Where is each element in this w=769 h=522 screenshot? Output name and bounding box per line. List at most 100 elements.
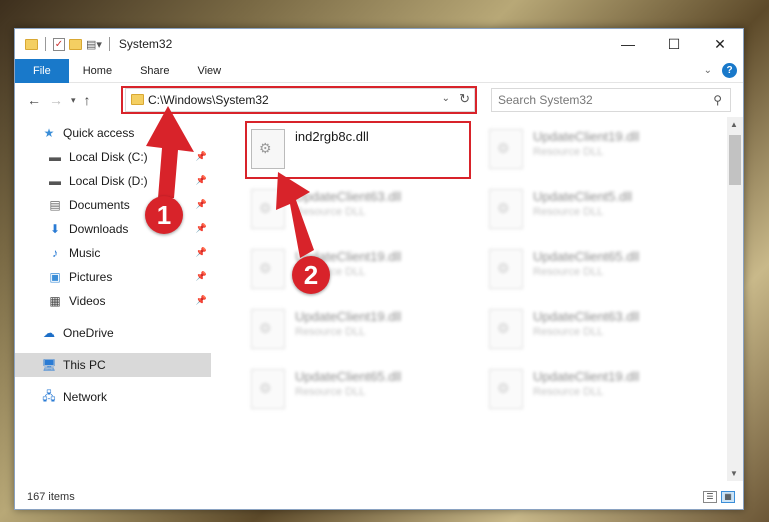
file-name: UpdateClient63.dll	[533, 309, 640, 324]
dll-file-icon	[489, 189, 523, 229]
file-name: UpdateClient5.dll	[533, 189, 633, 204]
navigation-pane: ★ Quick access ▬ Local Disk (C:) 📌 ▬ Local D…	[15, 121, 211, 481]
pin-icon: 📌	[195, 199, 207, 209]
help-icon[interactable]: ?	[722, 63, 737, 78]
drive-icon: ▬	[49, 174, 61, 188]
dll-file-icon	[489, 249, 523, 289]
large-icons-view-icon[interactable]: ▦	[721, 491, 735, 503]
sidebar-item-onedrive[interactable]: ☁ OneDrive	[15, 321, 211, 345]
file-name: UpdateClient19.dll	[533, 129, 640, 144]
search-placeholder: Search System32	[498, 93, 593, 107]
file-type: Resource DLL	[533, 206, 604, 218]
sidebar-item-local-disk-d[interactable]: ▬ Local Disk (D:) 📌	[15, 169, 211, 193]
back-arrow-icon[interactable]: ←	[27, 92, 41, 108]
explorer-window: ✓ ▤▾ System32 — ☐ ✕ File Home Share View…	[14, 28, 744, 510]
pin-icon: 📌	[195, 175, 207, 185]
file-type: Resource DLL	[533, 386, 604, 398]
sidebar-item-pictures[interactable]: ▣ Pictures 📌	[15, 265, 211, 289]
music-icon: ♪	[52, 246, 58, 260]
file-item[interactable]: UpdateClient19.dllResource DLL	[247, 245, 457, 297]
file-item[interactable]: UpdateClient65.dll Resource DLL	[247, 365, 457, 417]
star-icon: ★	[43, 126, 55, 140]
dll-file-icon	[489, 369, 523, 409]
dll-file-icon	[489, 309, 523, 349]
file-name: UpdateClient63.dll	[295, 189, 402, 204]
file-item[interactable]: UpdateClient5.dll Resource DLL	[485, 185, 695, 237]
sidebar-item-label: Local Disk (C:)	[69, 150, 148, 164]
details-view-icon[interactable]: ☰	[703, 491, 717, 503]
highlight-address-box	[121, 86, 477, 114]
file-item[interactable]: UpdateClient63.dll Resource DLL	[247, 185, 457, 237]
file-item[interactable]: UpdateClient19.dllResource DLL	[485, 125, 695, 177]
up-arrow-icon[interactable]: ↑	[84, 92, 91, 108]
pin-icon: 📌	[195, 271, 207, 281]
navigation-buttons: ← → ▾ ↑	[15, 92, 91, 108]
sidebar-item-this-pc[interactable]: 🖥 This PC	[15, 353, 211, 377]
view-switcher: ☰ ▦	[703, 491, 735, 503]
sidebar-item-label: Pictures	[69, 270, 113, 284]
forward-arrow-icon[interactable]: →	[49, 92, 63, 108]
download-icon: ⬇	[49, 222, 61, 236]
cloud-icon: ☁	[43, 326, 55, 340]
expand-ribbon-icon[interactable]: ⌄	[704, 65, 712, 76]
scroll-down-icon[interactable]: ▼	[730, 469, 738, 478]
file-type: Resource DLL	[295, 386, 366, 398]
file-item[interactable]: UpdateClient63.dll Resource DLL	[485, 305, 695, 357]
minimize-button[interactable]: —	[605, 29, 651, 59]
pictures-icon: ▣	[49, 270, 61, 284]
sidebar-item-local-disk-c[interactable]: ▬ Local Disk (C:) 📌	[15, 145, 211, 169]
sidebar-item-label: OneDrive	[63, 326, 114, 340]
sidebar-item-network[interactable]: 🖧 Network	[15, 385, 211, 409]
dll-file-icon	[251, 309, 285, 349]
file-item[interactable]: UpdateClient19.dllResource DLL	[485, 365, 695, 417]
pin-icon: 📌	[195, 223, 207, 233]
documents-icon: ▤	[49, 198, 61, 212]
highlight-file-box	[245, 121, 471, 179]
dll-file-icon	[251, 249, 285, 289]
tab-file[interactable]: File	[15, 58, 69, 83]
file-type: Resource DLL	[295, 206, 366, 218]
address-row: ← → ▾ ↑ C:\Windows\System32 ⌄ ↻ Search S…	[15, 84, 743, 116]
properties-icon[interactable]: ✓	[53, 37, 65, 51]
file-name: UpdateClient19.dll	[295, 309, 402, 324]
pin-icon: 📌	[195, 151, 207, 161]
recent-locations-icon[interactable]: ▾	[71, 95, 76, 108]
customize-toolbar-icon[interactable]: ▤▾	[86, 38, 102, 51]
item-count: 167 items	[27, 491, 75, 503]
dll-file-icon	[251, 189, 285, 229]
file-type: Resource DLL	[533, 266, 604, 278]
sidebar-item-label: Music	[69, 246, 101, 260]
sidebar-item-label: This PC	[63, 358, 106, 372]
maximize-button[interactable]: ☐	[651, 29, 697, 59]
tab-share[interactable]: Share	[126, 59, 183, 83]
file-item[interactable]: UpdateClient65.dll Resource DLL	[485, 245, 695, 297]
close-button[interactable]: ✕	[697, 29, 743, 59]
dll-file-icon	[251, 369, 285, 409]
drive-icon: ▬	[49, 150, 61, 164]
file-type: Resource DLL	[295, 326, 366, 338]
search-icon: ⚲	[713, 93, 722, 107]
sidebar-item-music[interactable]: ♪ Music 📌	[15, 241, 211, 265]
file-item[interactable]: UpdateClient19.dll Resource DLL	[247, 305, 457, 357]
folder-icon	[25, 38, 38, 50]
new-folder-icon[interactable]	[69, 38, 82, 50]
vertical-scrollbar[interactable]: ▲ ▼	[727, 117, 743, 481]
sidebar-item-label: Documents	[69, 198, 130, 212]
sidebar-item-label: Local Disk (D:)	[69, 174, 148, 188]
tab-home[interactable]: Home	[69, 59, 126, 83]
pin-icon: 📌	[195, 295, 207, 305]
sidebar-item-label: Quick access	[63, 126, 135, 140]
scroll-up-icon[interactable]: ▲	[730, 120, 738, 129]
scrollbar-thumb[interactable]	[729, 135, 741, 185]
quick-access-toolbar: ✓ ▤▾	[15, 37, 113, 51]
file-list: ind2rgb8c.dll UpdateClient19.dllResource…	[223, 117, 728, 481]
sidebar-item-quick-access[interactable]: ★ Quick access	[15, 121, 211, 145]
search-input[interactable]: Search System32 ⚲	[491, 88, 731, 112]
window-controls: — ☐ ✕	[605, 29, 743, 59]
computer-icon: 🖥	[41, 358, 57, 372]
sidebar-item-videos[interactable]: ▦ Videos 📌	[15, 289, 211, 313]
pin-icon: 📌	[195, 247, 207, 257]
tab-view[interactable]: View	[183, 59, 235, 83]
file-type: Resource DLL	[533, 326, 604, 338]
sidebar-item-label: Videos	[69, 294, 106, 308]
